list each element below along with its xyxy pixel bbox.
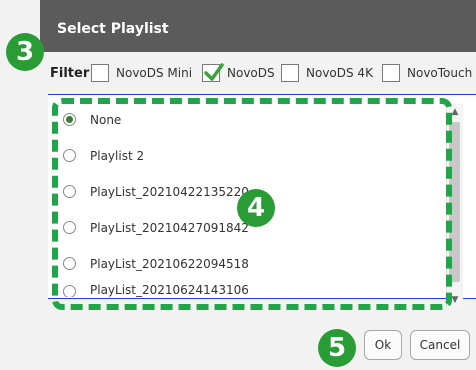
chevron-up-icon[interactable]: ▲ [447, 106, 463, 118]
dialog-titlebar: Select Playlist [40, 0, 476, 52]
playlist-item-label: PlayList_20210422135220 [90, 185, 249, 199]
annotation-badge-3: 3 [6, 33, 44, 71]
checkmark-icon [204, 63, 224, 81]
checkbox-box[interactable] [202, 63, 224, 82]
checkbox-box[interactable] [281, 64, 299, 82]
playlist-item-label: PlayList_20210427091842 [90, 221, 249, 235]
annotation-badge-5: 5 [318, 329, 356, 367]
filter-checkbox-label: NovoDS 4K [306, 66, 373, 80]
filter-label: Filter [50, 66, 90, 81]
checkbox-box[interactable] [382, 64, 400, 82]
radio-button[interactable] [63, 149, 76, 162]
playlist-item-label: None [90, 113, 122, 127]
playlist-item[interactable]: PlayList_20210624143106 [48, 283, 438, 297]
filter-checkbox-label: NovoDS Mini [116, 66, 193, 80]
radio-button[interactable] [63, 257, 76, 270]
cancel-button[interactable]: Cancel [410, 330, 470, 360]
playlist-item[interactable]: PlayList_20210622094518 [48, 247, 438, 283]
playlist-item-label: PlayList_20210622094518 [90, 257, 249, 271]
list-scrollbar[interactable]: ▲ ▼ [446, 104, 463, 308]
playlist-item-label: Playlist 2 [90, 149, 145, 163]
dialog-title: Select Playlist [57, 21, 169, 37]
playlist-item[interactable]: None [48, 103, 438, 139]
chevron-down-icon[interactable]: ▼ [447, 294, 463, 306]
playlist-item[interactable]: Playlist 2 [48, 139, 438, 175]
radio-button[interactable] [63, 221, 76, 234]
filter-row: Filter NovoDS Mini NovoDS NovoDS 4K Novo… [40, 57, 476, 91]
filter-checkbox-label: NovoTouch [407, 66, 473, 80]
radio-selected-dot [66, 116, 73, 123]
filter-checkbox-label: NovoDS [227, 66, 275, 80]
radio-button[interactable] [63, 285, 76, 297]
annotation-badge-4: 4 [237, 189, 275, 227]
radio-button[interactable] [63, 185, 76, 198]
ok-button[interactable]: Ok [364, 330, 402, 360]
scrollbar-thumb[interactable] [449, 122, 460, 282]
select-playlist-dialog: Select Playlist Filter NovoDS Mini NovoD… [40, 0, 476, 370]
playlist-item-label: PlayList_20210624143106 [90, 283, 249, 297]
radio-button[interactable] [63, 113, 76, 126]
checkbox-box[interactable] [91, 64, 109, 82]
